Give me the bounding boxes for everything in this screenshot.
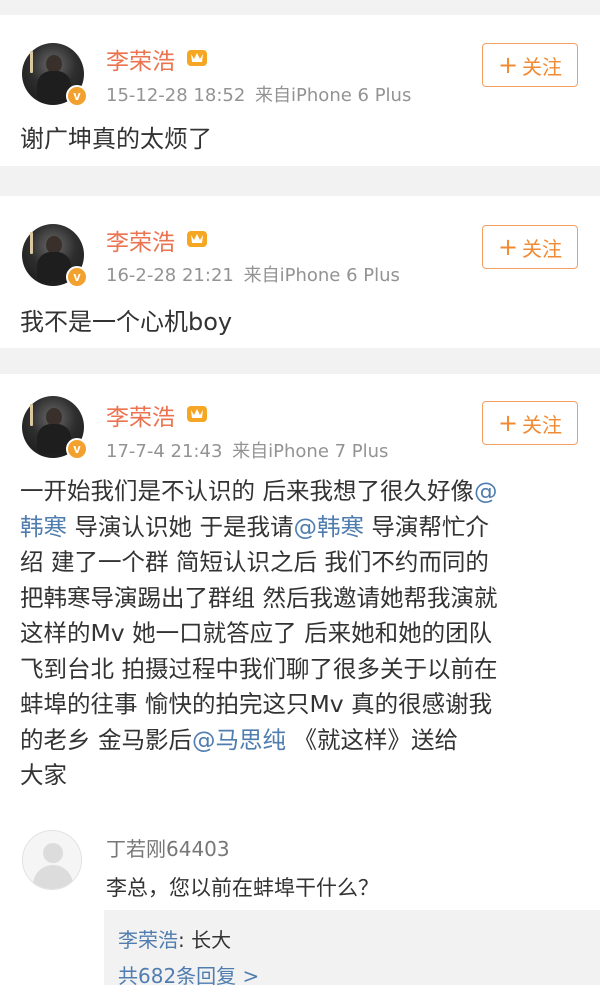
mention-link[interactable]: 韩寒 (20, 513, 67, 541)
username[interactable]: 李荣浩 (106, 42, 175, 76)
post-text-line: 把韩寒导演踢出了群组 然后我邀请她帮我演就 (20, 583, 498, 612)
post-text-line: 这样的Mv 她一口就答应了 后来她和她的团队 (20, 619, 493, 647)
post-text: 我不是一个心机boy (20, 308, 233, 336)
post-long-text: 一开始我们是不认识的 后来我想了很久好像@ 韩寒 导演认识她 于是我请@韩寒 导… (20, 474, 580, 794)
plus-icon: + (497, 51, 519, 79)
weibo-post: v 李荣浩 16-2-28 21:21 来自iPhone 6 Plus + 关注… (0, 196, 600, 348)
verified-badge-icon: v (66, 85, 88, 107)
post-text-line: 绍 建了一个群 简短认识之后 我们不约而同的 (20, 548, 489, 576)
commenter-avatar[interactable] (22, 830, 82, 890)
plus-icon: + (497, 409, 519, 437)
follow-button[interactable]: + 关注 (482, 401, 578, 445)
post-text-line: 韩寒 导演认识她 于是我请@韩寒 导演帮忙介 (20, 512, 489, 541)
post-meta: 17-7-4 21:43 来自iPhone 7 Plus (106, 437, 388, 463)
weibo-post: v 李荣浩 15-12-28 18:52 来自iPhone 6 Plus + 关… (0, 15, 600, 166)
follow-button[interactable]: + 关注 (482, 43, 578, 87)
username[interactable]: 李荣浩 (106, 223, 175, 257)
avatar[interactable]: v (22, 396, 88, 460)
verified-badge-icon: v (66, 438, 88, 460)
mention-link[interactable]: @ (474, 477, 498, 505)
reply-text: : 长大 (178, 928, 232, 952)
username[interactable]: 李荣浩 (106, 398, 175, 432)
vip-crown-icon (187, 231, 207, 247)
post-date: 15-12-28 18:52 (106, 85, 246, 106)
verified-badge-icon: v (66, 266, 88, 288)
post-source: 来自iPhone 6 Plus (255, 85, 412, 106)
commenter-name[interactable]: 丁若刚64403 (106, 833, 230, 862)
post-text-line: 的老乡 金马影后@马思纯 《就这样》送给 (20, 725, 458, 754)
vip-crown-icon (187, 50, 207, 66)
plus-icon: + (497, 233, 519, 261)
post-meta: 16-2-28 21:21 来自iPhone 6 Plus (106, 261, 400, 287)
avatar[interactable]: v (22, 43, 88, 107)
post-text: 谢广坤真的太烦了 (20, 125, 212, 153)
follow-label: 关注 (522, 54, 563, 79)
reply-count-link[interactable]: 共682条回复 > (118, 960, 259, 985)
comment-text: 李总，您以前在蚌埠干什么？ (106, 876, 379, 900)
mention-link[interactable]: @韩寒 (293, 513, 364, 541)
reply-author[interactable]: 李荣浩 (118, 928, 178, 952)
post-text-line: 一开始我们是不认识的 后来我想了很久好像@ (20, 477, 498, 505)
follow-label: 关注 (522, 412, 563, 437)
reply-preview[interactable]: 李荣浩: 长大 共682条回复 > (104, 910, 600, 985)
reply-line: 李荣浩: 长大 (118, 924, 231, 953)
post-date: 16-2-28 21:21 (106, 265, 234, 286)
vip-crown-icon (187, 406, 207, 422)
post-text-line: 蚌埠的往事 愉快的拍完这只Mv 真的很感谢我 (20, 690, 493, 718)
avatar[interactable]: v (22, 224, 88, 288)
mention-link[interactable]: @马思纯 (192, 726, 286, 754)
post-source: 来自iPhone 6 Plus (243, 265, 400, 286)
post-text-line: 飞到台北 拍摄过程中我们聊了很多关于以前在 (20, 654, 498, 683)
post-text-line: 大家 (20, 761, 67, 789)
post-meta: 15-12-28 18:52 来自iPhone 6 Plus (106, 81, 411, 107)
post-source: 来自iPhone 7 Plus (232, 441, 389, 462)
follow-button[interactable]: + 关注 (482, 225, 578, 269)
post-date: 17-7-4 21:43 (106, 441, 223, 462)
follow-label: 关注 (522, 236, 563, 261)
